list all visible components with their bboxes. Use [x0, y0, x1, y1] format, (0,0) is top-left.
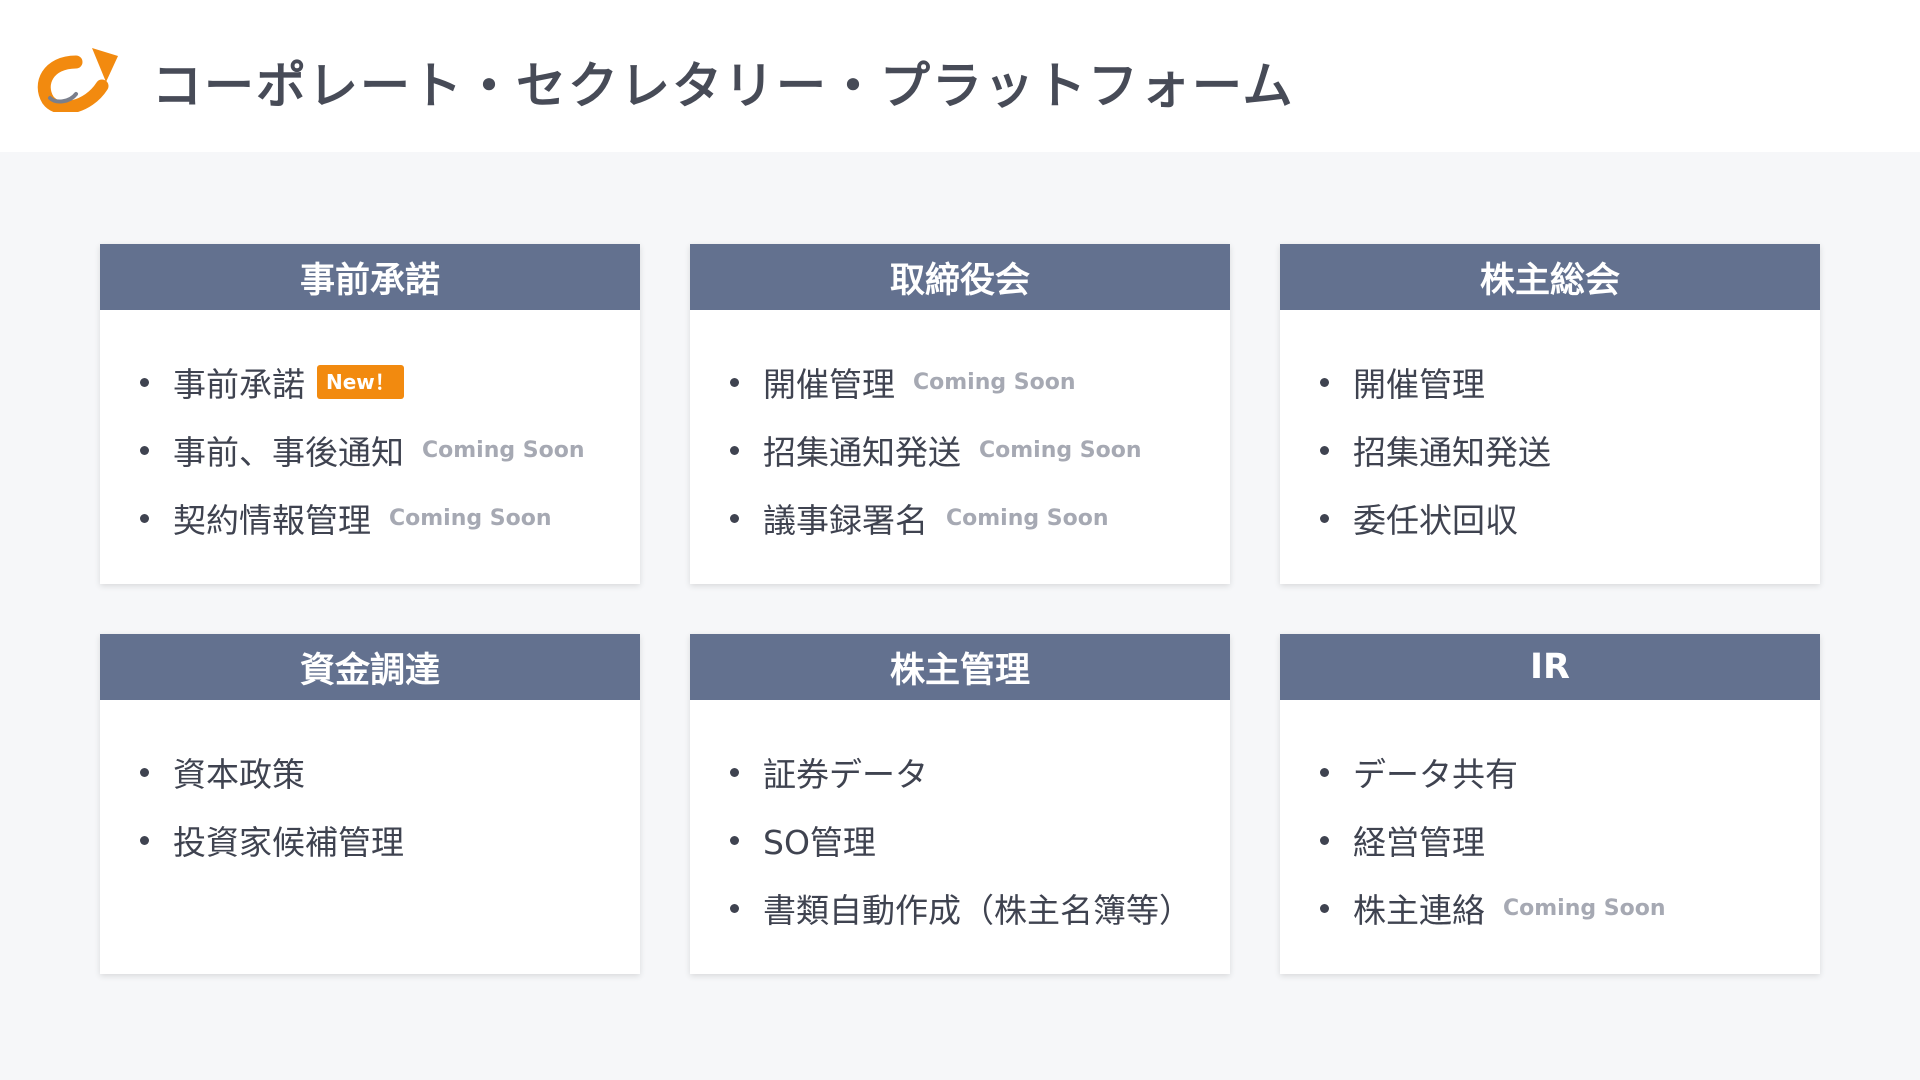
bullet	[1320, 513, 1329, 523]
card-board-meeting: 取締役会 開催管理 Coming Soon 招集通知発送 Coming Soon 議…	[690, 244, 1230, 584]
card-title: IR	[1280, 634, 1820, 700]
status-label: Coming Soon	[422, 437, 585, 463]
bullet	[1320, 767, 1329, 777]
item-label: 書類自動作成（株主名簿等）	[763, 891, 1192, 930]
item-label: 株主連絡	[1353, 891, 1485, 930]
list-item[interactable]: 資本政策	[140, 738, 640, 806]
bullet	[730, 903, 739, 913]
status-label: Coming Soon	[389, 505, 552, 531]
list-item[interactable]: 開催管理 Coming Soon	[730, 348, 1230, 416]
bullet	[140, 513, 149, 523]
card-title: 事前承諾	[100, 244, 640, 310]
bullet	[1320, 903, 1329, 913]
item-label: 契約情報管理	[173, 501, 371, 540]
item-label: 証券データ	[763, 755, 928, 794]
card-title: 株主管理	[690, 634, 1230, 700]
list-item[interactable]: データ共有	[1320, 738, 1820, 806]
item-label: 事前、事後通知	[173, 433, 404, 472]
orange-arrow-logo-icon	[37, 48, 118, 112]
item-label: 開催管理	[1353, 365, 1485, 404]
list-item[interactable]: 事前承諾 New！	[140, 348, 640, 416]
list-item[interactable]: 書類自動作成（株主名簿等）	[730, 874, 1230, 942]
item-label: 投資家候補管理	[173, 823, 404, 862]
header: コーポレート・セクレタリー・プラットフォーム	[0, 0, 1920, 152]
card-shareholder-management: 株主管理 証券データ SO管理 書類自動作成（株主名簿等）	[690, 634, 1230, 974]
new-badge: New！	[317, 365, 404, 399]
page-title: コーポレート・セクレタリー・プラットフォーム	[152, 57, 1295, 115]
list-item[interactable]: 開催管理	[1320, 348, 1820, 416]
list-item[interactable]: 招集通知発送 Coming Soon	[730, 416, 1230, 484]
status-label: Coming Soon	[913, 369, 1076, 395]
list-item[interactable]: 契約情報管理 Coming Soon	[140, 484, 640, 552]
list-item[interactable]: 委任状回収	[1320, 484, 1820, 552]
bullet	[140, 835, 149, 845]
bullet	[730, 513, 739, 523]
status-label: Coming Soon	[1503, 895, 1666, 921]
status-label: Coming Soon	[946, 505, 1109, 531]
list-item[interactable]: 経営管理	[1320, 806, 1820, 874]
bullet	[730, 377, 739, 387]
item-label: データ共有	[1353, 755, 1518, 794]
bullet	[1320, 377, 1329, 387]
bullet	[140, 377, 149, 387]
card-shareholders-meeting: 株主総会 開催管理 招集通知発送 委任状回収	[1280, 244, 1820, 584]
card-title: 取締役会	[690, 244, 1230, 310]
item-label: 開催管理	[763, 365, 895, 404]
item-label: 経営管理	[1353, 823, 1485, 862]
item-label: SO管理	[763, 823, 876, 862]
list-item[interactable]: 投資家候補管理	[140, 806, 640, 874]
bullet	[730, 767, 739, 777]
bullet	[730, 835, 739, 845]
card-title: 資金調達	[100, 634, 640, 700]
list-item[interactable]: 証券データ	[730, 738, 1230, 806]
item-label: 招集通知発送	[763, 433, 961, 472]
item-label: 事前承諾	[173, 365, 305, 404]
bullet	[140, 445, 149, 455]
list-item[interactable]: 招集通知発送	[1320, 416, 1820, 484]
list-item[interactable]: SO管理	[730, 806, 1230, 874]
bullet	[140, 767, 149, 777]
list-item[interactable]: 株主連絡 Coming Soon	[1320, 874, 1820, 942]
bullet	[1320, 835, 1329, 845]
bullet	[1320, 445, 1329, 455]
status-label: Coming Soon	[979, 437, 1142, 463]
card-prior-consent: 事前承諾 事前承諾 New！ 事前、事後通知 Coming Soon 契約情報管理 C…	[100, 244, 640, 584]
item-label: 招集通知発送	[1353, 433, 1551, 472]
card-fundraising: 資金調達 資本政策 投資家候補管理	[100, 634, 640, 974]
list-item[interactable]: 事前、事後通知 Coming Soon	[140, 416, 640, 484]
bullet	[730, 445, 739, 455]
card-ir: IR データ共有 経営管理 株主連絡 Coming Soon	[1280, 634, 1820, 974]
item-label: 議事録署名	[763, 501, 928, 540]
list-item[interactable]: 議事録署名 Coming Soon	[730, 484, 1230, 552]
item-label: 資本政策	[173, 755, 305, 794]
card-title: 株主総会	[1280, 244, 1820, 310]
item-label: 委任状回収	[1353, 501, 1518, 540]
